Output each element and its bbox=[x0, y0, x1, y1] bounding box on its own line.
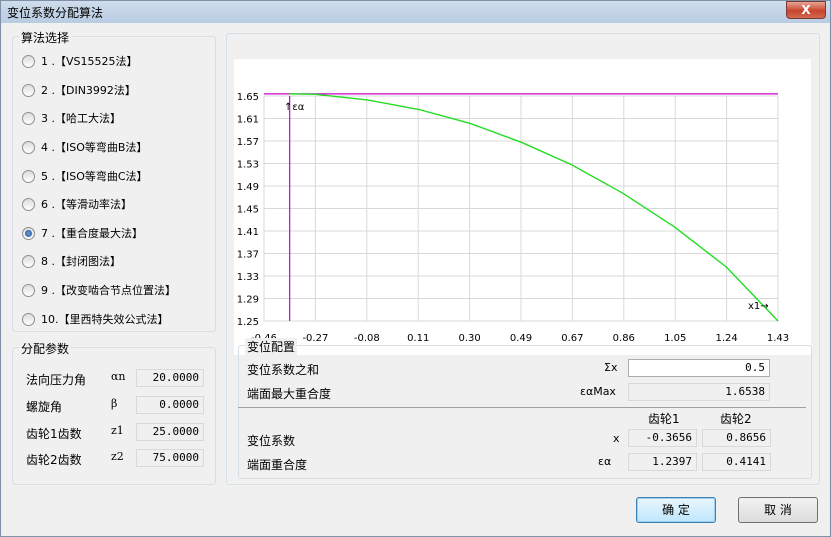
algorithm-option-label: 2 .【DIN3992法】 bbox=[41, 84, 136, 97]
algorithm-group-label: 算法选择 bbox=[19, 29, 72, 46]
y-tick-label: 1.61 bbox=[237, 115, 259, 126]
config-divider bbox=[238, 407, 806, 408]
gear1-header: 齿轮1 bbox=[648, 412, 680, 426]
cancel-button[interactable]: 取 消 bbox=[738, 497, 818, 523]
x-tick-label: 0.67 bbox=[561, 333, 583, 344]
algorithm-option-1[interactable]: 1 .【VS15525法】 bbox=[22, 52, 138, 70]
algorithm-option-5[interactable]: 5 .【ISO等弯曲C法】 bbox=[22, 167, 148, 185]
param-value: 75.0000 bbox=[136, 449, 204, 467]
x-tick-label: 1.24 bbox=[715, 333, 737, 344]
max-overlap-label: 端面最大重合度 bbox=[247, 387, 332, 401]
y-tick-label: 1.49 bbox=[237, 182, 259, 193]
radio-button[interactable] bbox=[22, 254, 35, 268]
y-tick-label: 1.65 bbox=[237, 92, 259, 103]
x-tick-label: 1.05 bbox=[664, 333, 686, 344]
gear2-header: 齿轮2 bbox=[720, 412, 752, 426]
param-value: 0.0000 bbox=[136, 396, 204, 414]
x-tick-label: -0.08 bbox=[354, 333, 380, 344]
vline-label: ↑εα bbox=[284, 102, 305, 113]
gear1-shift-coef: -0.3656 bbox=[628, 429, 697, 447]
x-tick-label: 1.43 bbox=[767, 333, 789, 344]
y-tick-label: 1.45 bbox=[237, 205, 259, 216]
param-symbol: z1 bbox=[111, 424, 124, 437]
params-group-label: 分配参数 bbox=[19, 340, 72, 357]
param-label: 法向压力角 bbox=[26, 373, 87, 387]
algorithm-option-2[interactable]: 2 .【DIN3992法】 bbox=[22, 81, 136, 99]
radio-button[interactable] bbox=[22, 54, 35, 68]
algorithm-option-10[interactable]: 10.【里西特失效公式法】 bbox=[22, 310, 169, 328]
param-label: 齿轮2齿数 bbox=[26, 453, 82, 467]
algorithm-option-9[interactable]: 9 .【改变啮合节点位置法】 bbox=[22, 281, 176, 299]
algorithm-option-3[interactable]: 3 .【哈工大法】 bbox=[22, 109, 121, 127]
x-tick-label: 0.11 bbox=[407, 333, 429, 344]
param-symbol: z2 bbox=[111, 450, 124, 463]
param-value: 20.0000 bbox=[136, 369, 204, 387]
algorithm-option-6[interactable]: 6 .【等滑动率法】 bbox=[22, 195, 132, 213]
y-tick-label: 1.53 bbox=[237, 160, 259, 171]
algorithm-option-label: 4 .【ISO等弯曲B法】 bbox=[41, 141, 148, 154]
radio-button[interactable] bbox=[22, 169, 35, 183]
max-overlap-symbol: εαMax bbox=[580, 385, 616, 398]
contact-ratio-symbol: εα bbox=[598, 455, 612, 468]
dialog-body: 算法选择 1 .【VS15525法】 2 .【DIN3992法】 3 .【哈工大法】… bbox=[2, 23, 829, 536]
sum-symbol: Σx bbox=[604, 361, 618, 374]
chart-area: -0.46-0.27-0.080.110.300.490.670.861.051… bbox=[234, 59, 811, 355]
y-tick-label: 1.25 bbox=[237, 317, 259, 328]
shift-coef-label: 变位系数 bbox=[247, 434, 296, 448]
radio-button[interactable] bbox=[22, 197, 35, 211]
gear2-shift-coef: 0.8656 bbox=[702, 429, 771, 447]
x-tick-label: 0.30 bbox=[458, 333, 480, 344]
param-symbol: β bbox=[111, 397, 118, 410]
close-button[interactable]: X bbox=[786, 1, 826, 19]
algorithm-option-label: 1 .【VS15525法】 bbox=[41, 55, 138, 68]
algorithm-option-7[interactable]: 7 .【重合度最大法】 bbox=[22, 224, 143, 242]
param-symbol: αn bbox=[111, 370, 126, 383]
radio-button[interactable] bbox=[22, 226, 35, 240]
gear2-contact-ratio: 0.4141 bbox=[702, 453, 771, 471]
title-bar: 变位系数分配算法 X bbox=[1, 1, 830, 23]
gear1-contact-ratio: 1.2397 bbox=[628, 453, 697, 471]
x-tick-label: 0.86 bbox=[613, 333, 635, 344]
y-tick-label: 1.37 bbox=[237, 250, 259, 261]
algorithm-option-8[interactable]: 8 .【封闭图法】 bbox=[22, 252, 121, 270]
shift-coef-symbol: x bbox=[613, 432, 620, 445]
x-tick-label: -0.27 bbox=[302, 333, 328, 344]
radio-button[interactable] bbox=[22, 312, 35, 326]
max-overlap-value: 1.6538 bbox=[628, 383, 770, 401]
overlap-chart: -0.46-0.27-0.080.110.300.490.670.861.051… bbox=[237, 92, 789, 344]
y-tick-label: 1.57 bbox=[237, 137, 259, 148]
dialog-window: 变位系数分配算法 X 算法选择 1 .【VS15525法】 2 .【DIN3992… bbox=[0, 0, 831, 537]
param-label: 螺旋角 bbox=[26, 400, 63, 414]
radio-button[interactable] bbox=[22, 140, 35, 154]
algorithm-option-label: 10.【里西特失效公式法】 bbox=[41, 313, 169, 326]
algorithm-option-label: 6 .【等滑动率法】 bbox=[41, 198, 132, 211]
param-label: 齿轮1齿数 bbox=[26, 427, 82, 441]
window-title: 变位系数分配算法 bbox=[7, 6, 104, 20]
y-tick-label: 1.29 bbox=[237, 295, 259, 306]
algorithm-option-4[interactable]: 4 .【ISO等弯曲B法】 bbox=[22, 138, 147, 156]
param-value: 25.0000 bbox=[136, 423, 204, 441]
x-tick-label: 0.49 bbox=[510, 333, 532, 344]
config-group-label: 变位配置 bbox=[245, 338, 298, 355]
overlap-curve bbox=[289, 93, 779, 322]
y-tick-label: 1.41 bbox=[237, 227, 259, 238]
sum-input[interactable]: 0.5 bbox=[628, 359, 770, 377]
ok-button[interactable]: 确 定 bbox=[636, 497, 716, 523]
algorithm-option-label: 9 .【改变啮合节点位置法】 bbox=[41, 284, 176, 297]
radio-button[interactable] bbox=[22, 111, 35, 125]
algorithm-option-label: 7 .【重合度最大法】 bbox=[41, 227, 143, 240]
radio-button[interactable] bbox=[22, 283, 35, 297]
sum-label: 变位系数之和 bbox=[247, 363, 320, 377]
algorithm-option-label: 8 .【封闭图法】 bbox=[41, 255, 121, 268]
y-tick-label: 1.33 bbox=[237, 272, 259, 283]
contact-ratio-label: 端面重合度 bbox=[247, 458, 308, 472]
x-axis-annotation: x1→ bbox=[748, 301, 769, 312]
algorithm-option-label: 3 .【哈工大法】 bbox=[41, 112, 121, 125]
algorithm-option-label: 5 .【ISO等弯曲C法】 bbox=[41, 170, 148, 183]
radio-button[interactable] bbox=[22, 83, 35, 97]
